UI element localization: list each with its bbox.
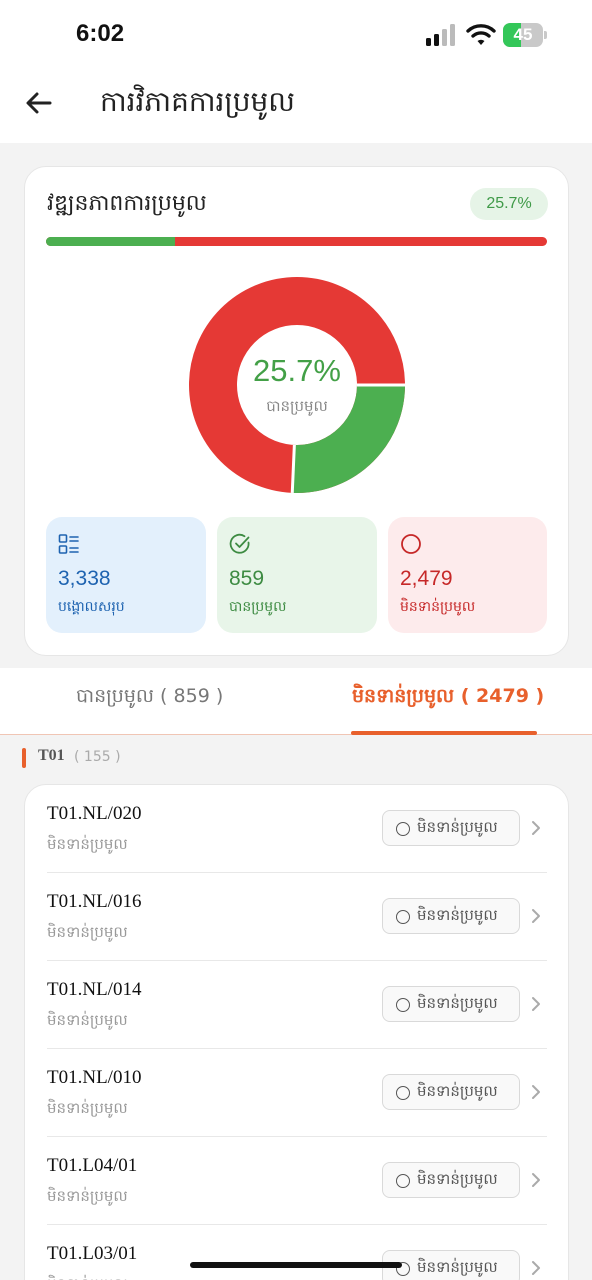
home-indicator	[190, 1262, 402, 1268]
back-arrow-icon[interactable]	[22, 86, 56, 120]
item-code: T01.L04/01	[47, 1155, 138, 1176]
percent-badge: 25.7%	[470, 188, 548, 220]
item-code: T01.NL/016	[47, 891, 142, 912]
stat-not-collected-label: មិនទាន់ប្រមូល	[400, 599, 476, 615]
pole-list: T01.NL/020 មិនទាន់ប្រមូល មិនទាន់ប្រមូល T01.…	[24, 784, 569, 1280]
item-status: មិនទាន់ប្រមូល	[47, 923, 128, 941]
tab-collected[interactable]: បានប្រមូល ( 859 )	[76, 684, 223, 712]
stat-total-label: បង្គោលសរុប	[58, 599, 125, 615]
check-circle-icon	[229, 533, 250, 554]
donut-center-label: បានប្រមូល	[266, 397, 328, 415]
group-accent-bar	[22, 748, 26, 768]
circle-icon	[396, 822, 410, 836]
list-item[interactable]: T01.NL/016 មិនទាន់ប្រមូល មិនទាន់ប្រមូល	[25, 873, 568, 961]
page-title: ការវិភាគការប្រមូល	[100, 85, 295, 118]
group-count: ( 155 )	[74, 749, 121, 765]
item-code: T01.NL/020	[47, 803, 142, 824]
stat-collected-label: បានប្រមូល	[229, 599, 287, 615]
progress-bar	[46, 237, 547, 246]
status-time: 6:02	[76, 20, 125, 47]
item-status: មិនទាន់ប្រមូល	[47, 1099, 128, 1117]
status-badge: មិនទាន់ប្រមូល	[382, 1074, 520, 1110]
list-icon	[58, 534, 79, 554]
chevron-right-icon	[532, 821, 540, 835]
status-badge-label: មិនទាន់ប្រមូល	[417, 994, 498, 1012]
group-name: T01	[38, 747, 65, 764]
item-status: មិនទាន់ប្រមូល	[47, 835, 128, 853]
stat-collected: 859 បានប្រមូល	[217, 517, 377, 633]
status-badge-label: មិនទាន់ប្រមូល	[417, 1082, 498, 1100]
list-item[interactable]: T01.NL/014 មិនទាន់ប្រមូល មិនទាន់ប្រមូល	[25, 961, 568, 1049]
circle-icon	[396, 1174, 410, 1188]
chevron-right-icon	[532, 1261, 540, 1275]
progress-title: វឌ្ឍនភាពការប្រមូល	[47, 191, 207, 216]
circle-icon	[396, 910, 410, 924]
circle-icon	[396, 998, 410, 1012]
list-item[interactable]: T01.NL/020 មិនទាន់ប្រមូល មិនទាន់ប្រមូល	[25, 785, 568, 873]
signal-icon	[426, 24, 455, 46]
status-badge-label: មិនទាន់ប្រមូល	[417, 818, 498, 836]
status-badge: មិនទាន់ប្រមូល	[382, 1250, 520, 1280]
status-badge-label: មិនទាន់ប្រមូល	[417, 1170, 498, 1188]
tab-not-collected[interactable]: មិនទាន់ប្រមូល ( 2479 )	[352, 684, 544, 712]
chevron-right-icon	[532, 1173, 540, 1187]
circle-icon	[401, 534, 421, 554]
stat-total-poles: 3,338 បង្គោលសរុប	[46, 517, 206, 633]
item-code: T01.NL/014	[47, 979, 142, 1000]
status-badge: មិនទាន់ប្រមូល	[382, 1162, 520, 1198]
item-code: T01.NL/010	[47, 1067, 142, 1088]
status-badge: មិនទាន់ប្រមូល	[382, 898, 520, 934]
status-badge-label: មិនទាន់ប្រមូល	[417, 1258, 498, 1276]
item-status: មិនទាន់ប្រមូល	[47, 1011, 128, 1029]
list-item[interactable]: T01.L03/01មិនទាន់ប្រមូលមិនទាន់ប្រមូល	[25, 1225, 568, 1280]
list-item[interactable]: T01.L04/01 មិនទាន់ប្រមូល មិនទាន់ប្រមូល	[25, 1137, 568, 1225]
donut-center-percent: 25.7%	[253, 353, 341, 388]
collection-progress-card: វឌ្ឍនភាពការប្រមូល 25.7% 25.7% បានប្រមូល …	[24, 166, 569, 656]
chevron-right-icon	[532, 997, 540, 1011]
status-badge: មិនទាន់ប្រមូល	[382, 810, 520, 846]
stat-total-value: 3,338	[58, 567, 111, 590]
chevron-right-icon	[532, 1085, 540, 1099]
stat-not-collected: 2,479 មិនទាន់ប្រមូល	[388, 517, 547, 633]
item-status: មិនទាន់ប្រមូល	[47, 1275, 128, 1280]
donut-separator	[290, 444, 296, 493]
group-header: T01 ( 155 )	[0, 738, 592, 778]
status-badge-label: មិនទាន់ប្រមូល	[417, 906, 498, 924]
wifi-icon	[466, 24, 496, 45]
list-item[interactable]: T01.NL/010 មិនទាន់ប្រមូល មិនទាន់ប្រមូល	[25, 1049, 568, 1137]
tab-bar: បានប្រមូល ( 859 ) មិនទាន់ប្រមូល ( 2479 )	[0, 668, 592, 735]
status-badge: មិនទាន់ប្រមូល	[382, 986, 520, 1022]
stat-not-collected-value: 2,479	[400, 567, 453, 590]
item-code: T01.L03/01	[47, 1243, 138, 1264]
battery-icon: 45	[503, 23, 547, 47]
stat-collected-value: 859	[229, 567, 265, 590]
circle-icon	[396, 1086, 410, 1100]
app-header: ការវិភាគការប្រមូល	[0, 70, 592, 143]
progress-bar-fill	[46, 237, 175, 246]
item-status: មិនទាន់ប្រមូល	[47, 1187, 128, 1205]
tab-active-indicator	[351, 731, 537, 735]
chevron-right-icon	[532, 909, 540, 923]
battery-level: 45	[513, 25, 533, 44]
status-bar: 6:02 45	[0, 0, 592, 70]
